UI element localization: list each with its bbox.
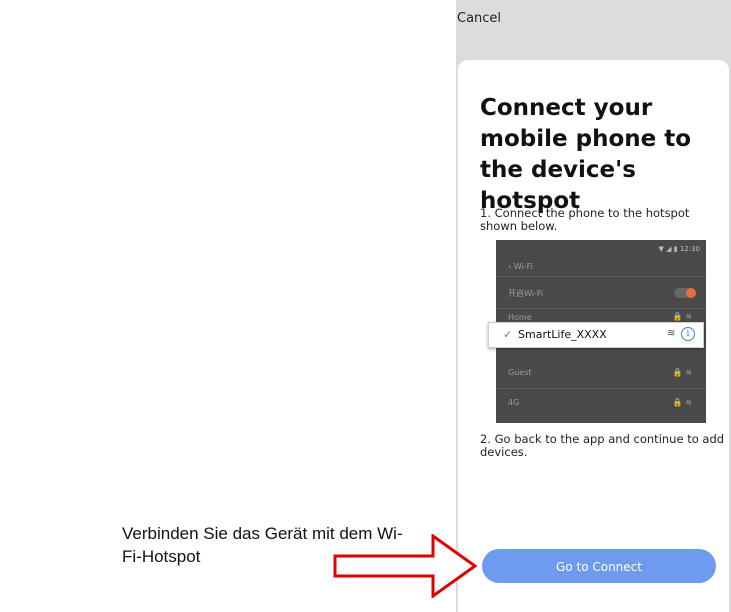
network-guest: Guest <box>508 368 532 377</box>
step-2-text: 2. Go back to the app and continue to ad… <box>480 432 725 459</box>
divider <box>496 388 706 389</box>
step-1-text: 1. Connect the phone to the hotspot show… <box>480 206 690 233</box>
hotspot-sheet: Connect your mobile phone to the device'… <box>458 60 729 612</box>
ssid-name: SmartLife_XXXX <box>518 328 607 341</box>
check-icon: ✓ <box>503 328 513 341</box>
red-arrow-icon <box>333 534 477 598</box>
wifi-icon: ≋ <box>667 328 676 339</box>
wifi-toggle <box>674 288 696 298</box>
go-to-connect-button[interactable]: Go to Connect <box>482 549 716 583</box>
status-bar: ▼ ◢ ▮ 12:30 <box>658 245 700 253</box>
wifi-back-row: ‹ Wi-Fi <box>508 262 533 271</box>
lock-wifi-icon: 🔒 ≋ <box>672 312 692 321</box>
network-home: Home <box>508 313 532 322</box>
lock-wifi-icon: 🔒 ≋ <box>672 368 692 377</box>
divider <box>496 276 706 277</box>
network-4g: 4G <box>508 398 520 407</box>
top-bar: Cancel <box>456 0 731 60</box>
divider <box>496 308 706 309</box>
phone-screenshot: Cancel Connect your mobile phone to the … <box>456 0 731 612</box>
cancel-button[interactable]: Cancel <box>457 11 501 26</box>
wifi-toggle-label: 开启Wi-Fi <box>508 289 544 298</box>
lock-wifi-icon: 🔒 ≋ <box>672 398 692 407</box>
selected-ssid-card: ✓ SmartLife_XXXX ≋ i <box>488 322 704 348</box>
info-icon: i <box>681 327 695 341</box>
page-title: Connect your mobile phone to the device'… <box>480 95 692 214</box>
